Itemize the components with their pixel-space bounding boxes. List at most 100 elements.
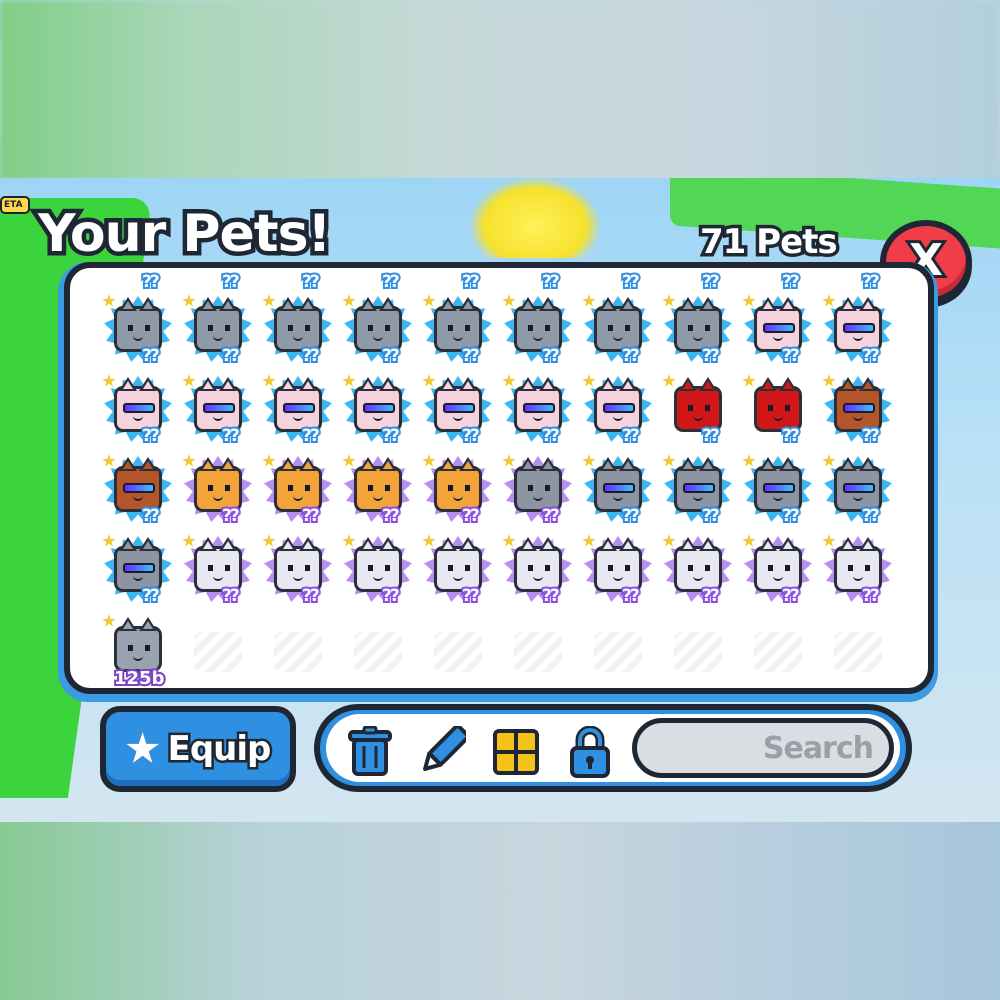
pet-unknown-label: ?? — [460, 344, 482, 368]
pet-unknown-label: ?? — [700, 584, 722, 608]
empty-pet-slot — [738, 612, 818, 688]
pet-slot[interactable]: ?? — [498, 372, 578, 452]
pet-slot[interactable]: ?? — [818, 372, 898, 452]
empty-pet-slot — [418, 612, 498, 688]
favorite-star-icon — [262, 534, 276, 547]
pet-slot[interactable]: ?? — [818, 452, 898, 532]
pet-slot[interactable]: 125b — [98, 612, 178, 688]
lock-icon[interactable] — [566, 726, 614, 778]
favorite-star-icon — [742, 374, 756, 387]
favorite-star-icon — [742, 534, 756, 547]
pet-slot[interactable]: ?? — [258, 292, 338, 372]
pet-slot[interactable]: ?? — [418, 372, 498, 452]
pet-unknown-label: ?? — [700, 504, 722, 528]
pet-slot[interactable]: ?? — [578, 532, 658, 612]
pet-slot[interactable]: ?? — [178, 372, 258, 452]
favorite-star-icon — [182, 374, 196, 387]
favorite-star-icon — [582, 534, 596, 547]
pet-slot[interactable]: ?? — [258, 372, 338, 452]
pet-slot[interactable]: ?? — [658, 292, 738, 372]
pet-slot[interactable]: ?? — [98, 532, 178, 612]
pet-slot[interactable]: ?? — [578, 372, 658, 452]
favorite-star-icon — [662, 294, 676, 307]
pet-slot[interactable]: ?? — [338, 372, 418, 452]
pet-slot[interactable]: ?? — [98, 372, 178, 452]
pet-slot[interactable]: ?? — [258, 532, 338, 612]
pet-slot[interactable]: ?? — [498, 292, 578, 372]
favorite-star-icon — [822, 374, 836, 387]
pet-unknown-label: ?? — [220, 504, 242, 528]
pet-slot[interactable]: ?? — [338, 292, 418, 372]
pet-unknown-label: ?? — [540, 344, 562, 368]
pet-unknown-label: ?? — [220, 270, 242, 294]
favorite-star-icon — [342, 534, 356, 547]
empty-pet-slot — [258, 612, 338, 688]
pet-slot[interactable]: ?? — [498, 452, 578, 532]
pet-unknown-label: ?? — [220, 344, 242, 368]
pet-inventory-panel: ???????????????????? ???????????????????… — [64, 262, 934, 694]
favorite-star-icon — [182, 454, 196, 467]
favorite-star-icon — [102, 614, 116, 627]
pet-slot[interactable]: ?? — [178, 452, 258, 532]
pet-unknown-label: ?? — [780, 270, 802, 294]
favorite-star-icon — [342, 294, 356, 307]
pet-slot[interactable]: ?? — [738, 292, 818, 372]
pet-slot[interactable]: ?? — [658, 452, 738, 532]
pet-slot[interactable]: ?? — [738, 452, 818, 532]
pet-slot[interactable]: ?? — [418, 452, 498, 532]
pet-slot[interactable]: ?? — [738, 532, 818, 612]
pet-slot[interactable]: ?? — [178, 292, 258, 372]
pet-unknown-label: ?? — [380, 504, 402, 528]
favorite-star-icon — [502, 374, 516, 387]
pet-unknown-label: ?? — [300, 424, 322, 448]
favorite-star-icon — [102, 534, 116, 547]
pet-slot[interactable]: ?? — [178, 532, 258, 612]
pet-slot[interactable]: ?? — [258, 452, 338, 532]
favorite-star-icon — [422, 294, 436, 307]
search-input[interactable]: Search — [632, 718, 894, 778]
pet-unknown-label: ?? — [620, 504, 642, 528]
pet-slot[interactable]: ?? — [338, 452, 418, 532]
trash-icon[interactable] — [346, 726, 394, 778]
search-placeholder: Search — [762, 730, 874, 766]
star-icon — [126, 732, 159, 763]
favorite-star-icon — [342, 454, 356, 467]
pet-slot[interactable]: ?? — [658, 532, 738, 612]
pet-unknown-label: ?? — [620, 344, 642, 368]
pet-unknown-label: ?? — [860, 584, 882, 608]
pet-unknown-label: ?? — [700, 424, 722, 448]
empty-slot-placeholder — [514, 632, 562, 672]
pet-unknown-label: ?? — [140, 270, 162, 294]
pet-slot[interactable]: ?? — [98, 452, 178, 532]
favorite-star-icon — [662, 454, 676, 467]
pet-unknown-label: ?? — [540, 584, 562, 608]
pet-slot[interactable]: ?? — [738, 372, 818, 452]
pet-unknown-label: ?? — [460, 584, 482, 608]
pet-slot[interactable]: ?? — [418, 292, 498, 372]
pencil-icon[interactable] — [418, 726, 466, 778]
pet-slot[interactable]: ?? — [338, 532, 418, 612]
pet-slot[interactable]: ?? — [418, 532, 498, 612]
pet-unknown-label: ?? — [620, 270, 642, 294]
page-title: Your Pets! — [33, 200, 335, 269]
empty-pet-slot — [338, 612, 418, 688]
empty-pet-slot — [498, 612, 578, 688]
favorite-star-icon — [182, 534, 196, 547]
pet-slot[interactable]: ?? — [98, 292, 178, 372]
background-blur-top — [0, 0, 1000, 180]
pet-unknown-label: ?? — [620, 584, 642, 608]
equip-button[interactable]: Equip — [100, 706, 296, 792]
empty-pet-slot — [818, 612, 898, 688]
pet-slot[interactable]: ?? — [818, 292, 898, 372]
beta-badge: ETA — [0, 196, 30, 214]
favorite-star-icon — [822, 534, 836, 547]
pet-slot[interactable]: ?? — [498, 532, 578, 612]
pet-slot[interactable]: ?? — [578, 292, 658, 372]
pet-unknown-label: ?? — [140, 584, 162, 608]
pet-slot[interactable]: ?? — [658, 372, 738, 452]
pet-slot[interactable]: ?? — [818, 532, 898, 612]
pet-unknown-label: ?? — [860, 344, 882, 368]
pet-unknown-label: ?? — [780, 504, 802, 528]
grid-icon[interactable] — [492, 726, 540, 778]
pet-slot[interactable]: ?? — [578, 452, 658, 532]
